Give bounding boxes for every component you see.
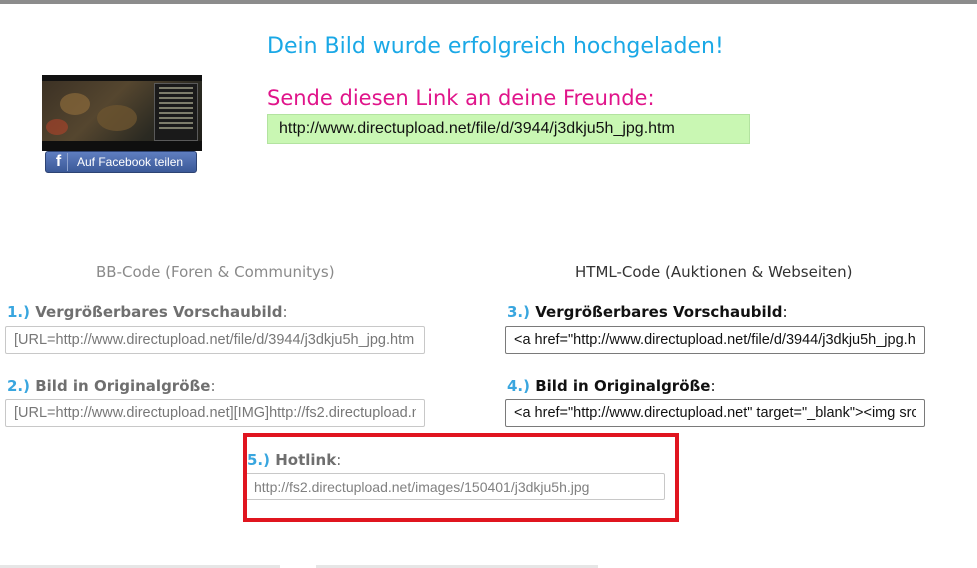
field-number: 4.): [507, 377, 530, 395]
thumbnail-detail: [97, 105, 137, 131]
uploaded-image-thumbnail[interactable]: [42, 75, 202, 151]
field-label-text: Vergrößerbares Vorschaubild: [535, 303, 783, 321]
top-divider: [0, 0, 977, 4]
thumbnail-detail: [60, 93, 90, 115]
bb-original-code-input[interactable]: [5, 399, 425, 427]
field-label-text: Bild in Originalgröße: [35, 377, 211, 395]
html-code-heading: HTML-Code (Auktionen & Webseiten): [575, 263, 853, 281]
field-number: 1.): [7, 303, 30, 321]
bb-original-label: 2.) Bild in Originalgröße:: [7, 377, 216, 395]
field-number: 2.): [7, 377, 30, 395]
thumbnail-hud-bottom: [42, 141, 202, 151]
bb-code-heading: BB-Code (Foren & Communitys): [96, 263, 335, 281]
thumbnail-panel: [154, 83, 198, 141]
hotlink-highlight-box: [243, 433, 679, 522]
facebook-share-label: Auf Facebook teilen: [77, 155, 184, 169]
html-original-label: 4.) Bild in Originalgröße:: [507, 377, 716, 395]
facebook-icon: f: [50, 153, 68, 171]
field-colon: :: [210, 377, 216, 395]
html-preview-label: 3.) Vergrößerbares Vorschaubild:: [507, 303, 788, 321]
thumbnail-hud-top: [42, 75, 202, 81]
field-label-text: Vergrößerbares Vorschaubild: [35, 303, 283, 321]
facebook-share-button[interactable]: f Auf Facebook teilen: [45, 151, 197, 173]
html-preview-code-input[interactable]: [505, 326, 925, 354]
share-link-field[interactable]: http://www.directupload.net/file/d/3944/…: [267, 114, 750, 144]
field-label-text: Bild in Originalgröße: [535, 377, 711, 395]
field-colon: :: [282, 303, 288, 321]
bb-preview-label: 1.) Vergrößerbares Vorschaubild:: [7, 303, 288, 321]
field-colon: :: [782, 303, 788, 321]
upload-success-heading: Dein Bild wurde erfolgreich hochgeladen!: [267, 34, 724, 59]
thumbnail-detail: [46, 119, 68, 135]
field-number: 3.): [507, 303, 530, 321]
bb-preview-code-input[interactable]: [5, 326, 425, 354]
html-original-code-input[interactable]: [505, 399, 925, 427]
share-link-label: Sende diesen Link an deine Freunde:: [267, 86, 655, 110]
field-colon: :: [710, 377, 716, 395]
